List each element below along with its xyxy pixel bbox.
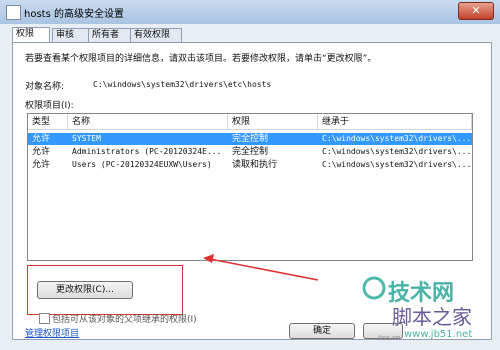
arrow-head-icon bbox=[203, 254, 214, 263]
watermark-side: itss.cn bbox=[378, 334, 401, 342]
watermark-url: www.jb51.net bbox=[404, 329, 473, 340]
watermark-bottom: 脚本之家 bbox=[392, 305, 472, 329]
watermark-logo-icon bbox=[362, 276, 386, 300]
arrow-line bbox=[209, 258, 319, 281]
